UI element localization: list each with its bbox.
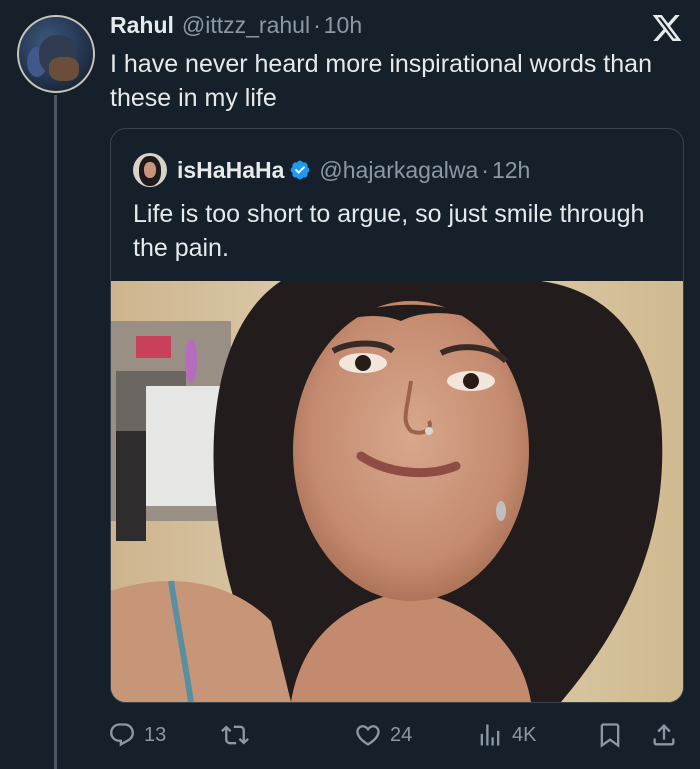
x-logo-icon [652, 15, 682, 41]
bookmark-button[interactable] [596, 715, 624, 755]
reply-count: 13 [144, 723, 167, 746]
verified-badge-icon [290, 160, 310, 180]
quoted-timestamp[interactable]: 12h [492, 157, 530, 184]
quoted-author-avatar[interactable] [133, 153, 167, 187]
quoted-tweet-photo[interactable] [111, 281, 683, 702]
retweet-button[interactable] [221, 715, 249, 755]
reply-icon [110, 723, 134, 747]
selfie-image [111, 281, 683, 702]
reply-button[interactable]: 13 [108, 715, 166, 755]
quoted-header-separator: · [481, 156, 489, 183]
tweet-text: I have never heard more inspirational wo… [110, 50, 652, 112]
views-button[interactable]: 4K [476, 715, 536, 755]
tweet-actions: 13 24 4K [108, 715, 683, 755]
author-avatar[interactable] [17, 15, 95, 93]
quoted-author-name[interactable]: isHaHaHa [177, 157, 284, 184]
tweet-screen: Rahul @ittzz_rahul · 10h I have never he… [0, 0, 700, 769]
views-count: 4K [512, 723, 537, 746]
views-icon [480, 724, 500, 746]
share-icon [653, 724, 675, 746]
like-button[interactable]: 24 [354, 715, 412, 755]
header-separator: · [313, 12, 321, 38]
author-name[interactable]: Rahul [110, 12, 174, 39]
author-handle[interactable]: @ittzz_rahul [182, 12, 310, 39]
heart-icon [356, 725, 380, 746]
like-count: 24 [390, 723, 413, 746]
quoted-author-handle[interactable]: @hajarkagalwa [319, 157, 478, 184]
bookmark-icon [600, 723, 620, 748]
tweet-timestamp[interactable]: 10h [324, 12, 362, 39]
share-button[interactable] [650, 715, 678, 755]
thread-line [54, 95, 57, 769]
quoted-tweet-text: Life is too short to argue, so just smil… [133, 200, 645, 262]
quoted-tweet[interactable]: isHaHaHa @hajarkagalwa · 12h Life is too… [110, 128, 684, 703]
quoted-tweet-header: isHaHaHa @hajarkagalwa · 12h [133, 153, 530, 187]
tweet-header: Rahul @ittzz_rahul · 10h [110, 12, 362, 46]
retweet-icon [221, 725, 249, 745]
